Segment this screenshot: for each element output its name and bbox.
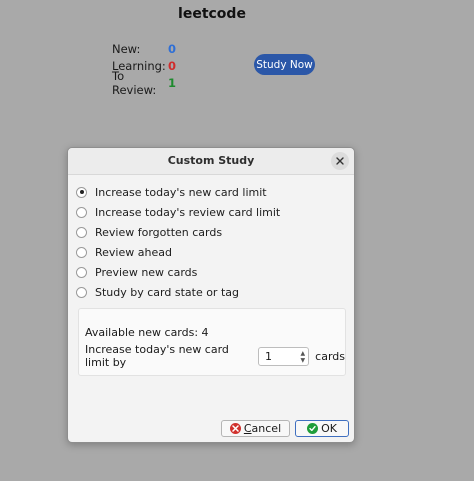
deck-title: leetcode xyxy=(178,6,246,22)
deck-counts: New: 0 Learning: 0 To Review: 1 xyxy=(112,40,177,97)
count-label-review: To Review: xyxy=(112,68,157,97)
radio-increase-review-limit[interactable] xyxy=(76,206,87,218)
option-review-ahead[interactable]: Review ahead xyxy=(76,242,280,262)
option-label: Increase today's new card limit xyxy=(95,185,267,199)
option-increase-new-limit[interactable]: Increase today's new card limit xyxy=(76,182,280,202)
limit-label: Increase today's new card limit by xyxy=(85,343,229,369)
radio-study-by-state[interactable] xyxy=(76,286,87,298)
radio-review-ahead[interactable] xyxy=(76,246,87,258)
option-study-by-state[interactable]: Study by card state or tag xyxy=(76,282,280,302)
custom-study-dialog: Custom Study Increase today's new card l… xyxy=(67,147,355,443)
count-label-new: New: xyxy=(112,41,141,56)
count-row-review: To Review: 1 xyxy=(112,69,177,97)
limit-spinbox[interactable]: 1 ▲ ▼ xyxy=(258,346,310,366)
cancel-button[interactable]: Cancel xyxy=(221,420,290,437)
chevron-down-icon[interactable]: ▼ xyxy=(301,357,306,364)
option-details-panel: Available new cards: 4 Increase today's … xyxy=(78,308,346,376)
radio-review-forgotten[interactable] xyxy=(76,226,87,238)
ok-label: OK xyxy=(321,422,337,435)
limit-row: Increase today's new card limit by 1 ▲ ▼… xyxy=(85,343,345,369)
count-value-new: 0 xyxy=(168,41,177,56)
cancel-label: ancel xyxy=(251,422,282,435)
option-review-forgotten[interactable]: Review forgotten cards xyxy=(76,222,280,242)
option-label: Increase today's review card limit xyxy=(95,205,281,219)
chevron-up-icon[interactable]: ▲ xyxy=(301,350,306,357)
check-icon xyxy=(307,423,319,434)
ok-button[interactable]: OK xyxy=(295,420,349,437)
radio-increase-new-limit[interactable] xyxy=(76,186,87,198)
option-label: Review ahead xyxy=(95,245,172,259)
count-value-learning: 0 xyxy=(168,58,177,73)
study-now-button[interactable]: Study Now xyxy=(254,54,315,75)
count-row-new: New: 0 xyxy=(112,40,176,57)
radio-preview-new[interactable] xyxy=(76,266,87,278)
dialog-close-button[interactable] xyxy=(331,152,349,170)
limit-suffix: cards xyxy=(315,349,345,363)
cancel-mnemonic: C xyxy=(243,422,252,435)
cancel-icon xyxy=(229,423,241,434)
option-label: Study by card state or tag xyxy=(95,285,239,299)
dialog-title: Custom Study xyxy=(167,154,255,167)
dialog-titlebar: Custom Study xyxy=(68,148,354,175)
option-label: Review forgotten cards xyxy=(95,225,223,239)
close-icon xyxy=(336,157,344,165)
option-preview-new[interactable]: Preview new cards xyxy=(76,262,280,282)
count-value-review: 1 xyxy=(168,75,177,90)
study-type-options: Increase today's new card limit Increase… xyxy=(76,182,280,302)
option-label: Preview new cards xyxy=(95,265,198,279)
limit-value[interactable]: 1 xyxy=(265,350,272,363)
spinbox-arrows[interactable]: ▲ ▼ xyxy=(301,350,306,364)
option-increase-review-limit[interactable]: Increase today's review card limit xyxy=(76,202,280,222)
available-new-cards: Available new cards: 4 xyxy=(85,326,209,339)
